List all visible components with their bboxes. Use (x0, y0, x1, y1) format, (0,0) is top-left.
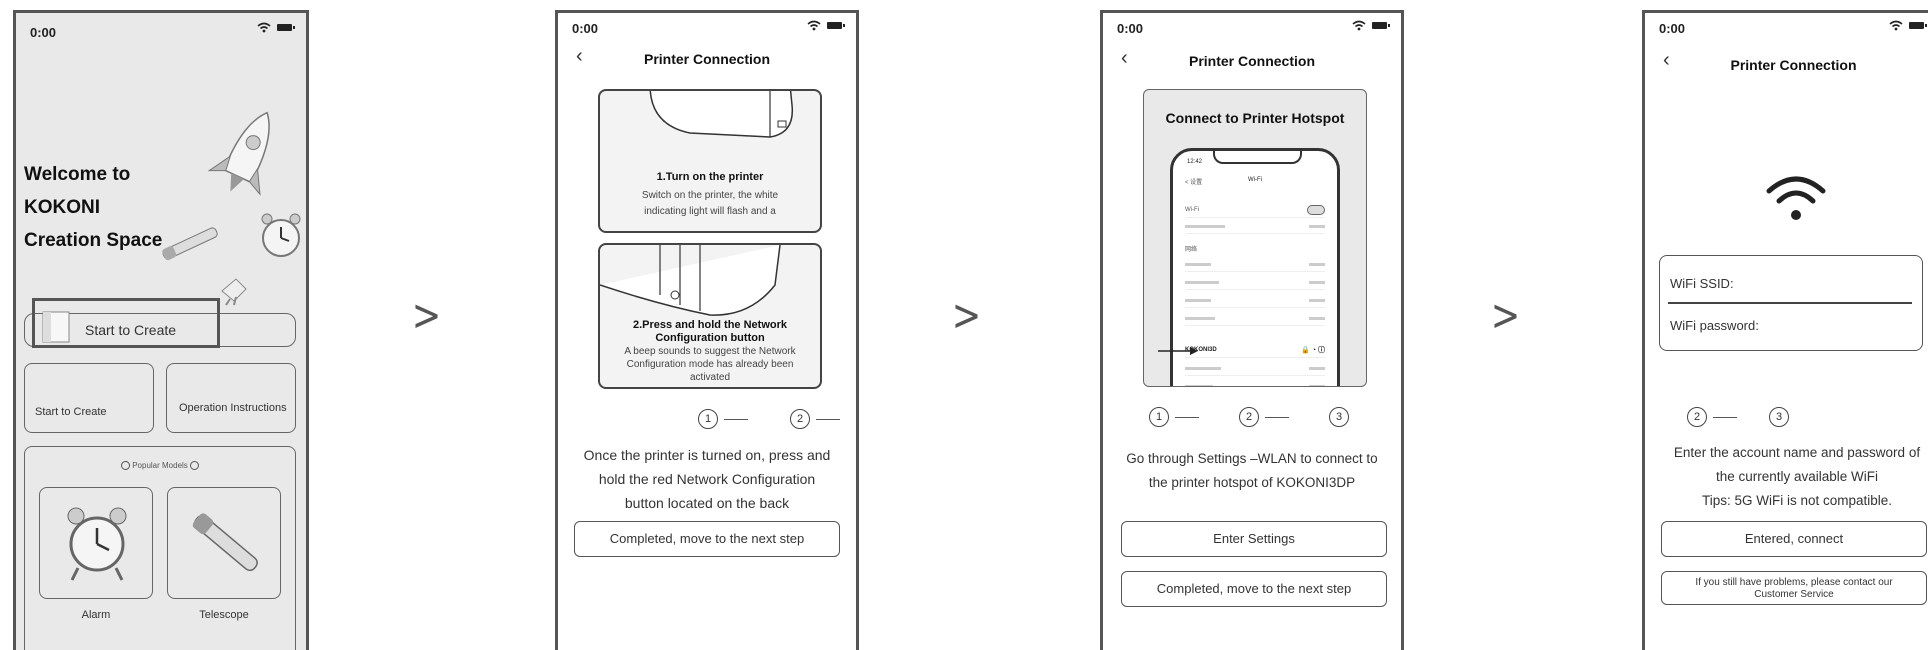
operation-instructions-tile[interactable]: Operation Instructions (166, 363, 296, 433)
telescope-icon (192, 513, 258, 572)
battery-icon (277, 24, 295, 31)
printer-illustration (649, 91, 794, 138)
flow-arrow-1: > (411, 290, 442, 341)
status-time: 0:00 (30, 25, 57, 40)
model-card-alarm[interactable] (39, 487, 153, 599)
step-indicator: 1 2 (698, 409, 846, 429)
model-label-alarm: Alarm (81, 609, 111, 621)
model-label-telescope: Telescope (199, 609, 249, 621)
printer-connection-step2-screen: 0:00 ‹ Printer Connection Connect to Pri… (1100, 10, 1404, 650)
popular-models-panel: Popular Models Alarm Telescope (24, 446, 296, 650)
wifi-toggle (1307, 205, 1325, 215)
instruction-text: Go through Settings –WLAN to connect to … (1126, 451, 1378, 490)
page-title: Printer Connection (643, 51, 770, 67)
home-screen: 0:00 Welcome to KOKONI Creation Space St… (13, 10, 309, 650)
connect-button[interactable]: Entered, connect (1661, 521, 1927, 557)
popular-models-header: Popular Models (25, 461, 295, 471)
page-title: Printer Connection (1730, 57, 1857, 73)
status-time: 0:00 (1659, 21, 1686, 36)
network-row-kokoni: KOKONI3D 🔒 ◔ ⓘ (1185, 343, 1325, 358)
alarm-clock-icon (67, 507, 127, 581)
pointer-arrow-icon (1158, 347, 1198, 355)
printer-connection-step3-screen: 0:00 ‹ Printer Connection WiFi SSID: WiF… (1642, 10, 1928, 650)
model-card-telescope[interactable] (167, 487, 281, 599)
hotspot-instruction-card: Connect to Printer Hotspot 12:42 < 设置 Wi… (1143, 89, 1367, 387)
enter-settings-button[interactable]: Enter Settings (1121, 521, 1387, 557)
battery-icon (1372, 22, 1390, 29)
alarm-clock-icon (261, 213, 301, 257)
wifi-icon (1889, 20, 1903, 31)
flow-arrow-2: > (951, 290, 982, 341)
plug-icon (221, 278, 247, 306)
wifi-icon (257, 22, 271, 33)
wifi-icon (1766, 176, 1826, 220)
wifi-ssid-input[interactable] (1668, 302, 1912, 304)
rocket-icon (207, 111, 270, 196)
welcome-heading: Welcome to KOKONI Creation Space (24, 164, 163, 251)
flow-arrow-3: > (1490, 290, 1521, 341)
instruction-card-2: 2.Press and hold the Network Configurati… (598, 243, 822, 389)
printer-back-illustration (600, 245, 781, 316)
page-title: Printer Connection (1188, 53, 1315, 69)
battery-icon (827, 22, 845, 29)
battery-icon (1909, 22, 1927, 29)
wifi-ssid-label: WiFi SSID: (1670, 276, 1734, 291)
telescope-icon (162, 227, 218, 261)
start-to-create-tile[interactable]: Start to Create (24, 363, 154, 433)
instruction-text: Once the printer is turned on, press and… (583, 447, 831, 511)
step-indicator: 1 2 3 (1149, 407, 1349, 427)
status-time: 0:00 (1117, 21, 1144, 36)
highlight-box (32, 298, 220, 348)
wifi-icon (1352, 20, 1366, 31)
status-time: 0:00 (572, 21, 599, 36)
wifi-credentials-form: WiFi SSID: WiFi password: (1659, 255, 1923, 351)
printer-connection-step1-screen: 0:00 ‹ Printer Connection 1.Turn on the … (555, 10, 859, 650)
customer-service-button[interactable]: If you still have problems, please conta… (1661, 571, 1927, 605)
instruction-text: Enter the account name and password of t… (1673, 445, 1921, 508)
instruction-card-1: 1.Turn on the printer Switch on the prin… (598, 89, 822, 233)
wifi-password-label: WiFi password: (1670, 318, 1759, 333)
next-step-button[interactable]: Completed, move to the next step (1121, 571, 1387, 607)
step-indicator: 2 3 (1687, 407, 1789, 427)
wifi-icon (807, 20, 821, 31)
next-step-button[interactable]: Completed, move to the next step (574, 521, 840, 557)
